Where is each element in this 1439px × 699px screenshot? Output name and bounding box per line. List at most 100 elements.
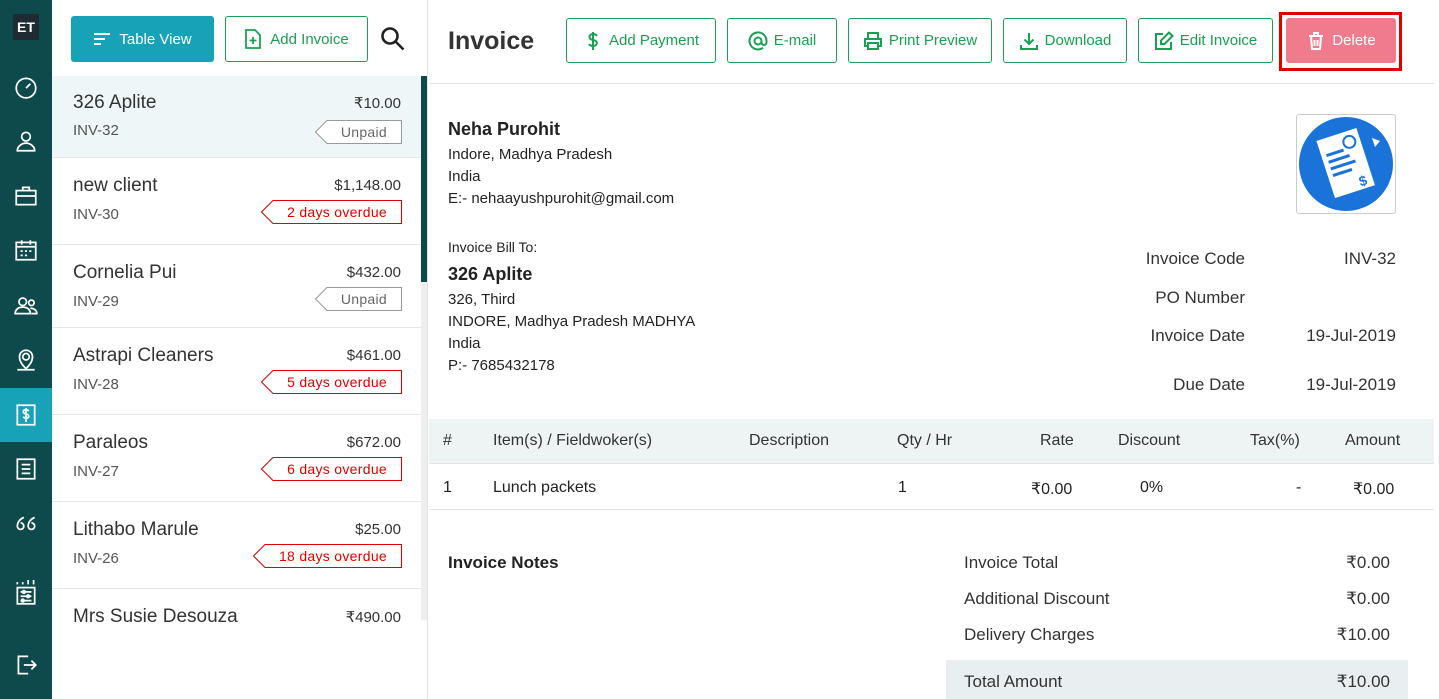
sender-address-line2: India: [448, 168, 481, 185]
add-invoice-button[interactable]: Add Invoice: [225, 16, 368, 62]
status-badge-text: 2 days overdue: [287, 204, 387, 220]
po-number-label: PO Number: [1155, 288, 1245, 307]
bill-to-phone: P:- 7685432178: [448, 357, 555, 374]
col-item: Item(s) / Fieldwoker(s): [493, 432, 653, 449]
status-badge: 2 days overdue: [261, 200, 403, 224]
invoice-code: INV-26: [73, 550, 119, 567]
dollar-icon[interactable]: [0, 388, 52, 442]
invoice-client-name: Astrapi Cleaners: [73, 345, 214, 366]
status-badge-text: Unpaid: [340, 124, 387, 140]
status-badge-text: Unpaid: [340, 291, 387, 307]
email-button[interactable]: E-mail: [727, 18, 837, 63]
row-discount: 0%: [1140, 479, 1164, 496]
due-date-value: 19-Jul-2019: [1306, 375, 1396, 394]
row-rate: ₹0.00: [1031, 481, 1073, 498]
download-button[interactable]: Download: [1003, 18, 1127, 63]
sliders-icon[interactable]: [0, 566, 52, 620]
status-badge-text: 6 days overdue: [287, 461, 387, 477]
status-badge: 6 days overdue: [261, 457, 403, 481]
status-badge: Unpaid: [314, 287, 402, 311]
delivery-charges-label: Delivery Charges: [964, 625, 1095, 644]
invoice-total-label: Invoice Total: [964, 553, 1059, 572]
list-item[interactable]: Lithabo Marule $25.00 INV-26 18 days overdu…: [52, 502, 421, 589]
scrollbar-thumb[interactable]: [421, 76, 427, 282]
list-item[interactable]: Cornelia Pui $432.00 INV-29 Unpaid: [52, 245, 421, 328]
app-logo[interactable]: ET: [13, 14, 39, 40]
list-item[interactable]: new client $1,148.00 INV-30 2 days overdue: [52, 158, 421, 245]
col-qty: Qty / Hr: [897, 432, 953, 449]
col-rate: Rate: [1040, 432, 1074, 449]
sender-email: E:- nehaayushpurohit@gmail.com: [448, 190, 675, 207]
invoice-total-value: ₹0.00: [1346, 553, 1390, 572]
col-num: #: [443, 432, 452, 449]
invoice-client-name: Lithabo Marule: [73, 519, 199, 540]
status-badge-text: 5 days overdue: [287, 374, 387, 390]
company-logo: $: [1296, 114, 1396, 214]
sender-address-line1: Indore, Madhya Pradesh: [448, 146, 613, 163]
due-date-label: Due Date: [1173, 375, 1245, 394]
add-payment-button[interactable]: Add Payment: [566, 18, 716, 63]
print-preview-button[interactable]: Print Preview: [848, 18, 992, 63]
page-title: Invoice: [448, 27, 535, 55]
col-tax: Tax(%): [1250, 432, 1300, 449]
dashboard-icon[interactable]: [0, 60, 52, 114]
invoice-list-panel: Table View Add Invoice 326 Aplite ₹10.00 I…: [52, 0, 428, 699]
divider: [429, 509, 1434, 510]
at-sign-icon: [748, 30, 768, 50]
printer-icon: [863, 31, 882, 50]
invoice-amount: $25.00: [355, 521, 401, 538]
invoice-document-icon: $: [1299, 117, 1393, 211]
add-invoice-label: Add Invoice: [270, 30, 349, 48]
status-badge: 5 days overdue: [261, 370, 403, 394]
delivery-charges-value: ₹10.00: [1336, 625, 1390, 644]
table-view-label: Table View: [119, 30, 192, 48]
invoice-code-value: INV-32: [1344, 249, 1396, 268]
total-amount-label: Total Amount: [964, 672, 1063, 691]
delete-highlight: [1279, 12, 1402, 71]
invoice-date-label: Invoice Date: [1150, 326, 1246, 345]
invoice-amount: ₹490.00: [345, 609, 401, 626]
calendar-icon[interactable]: [0, 223, 52, 277]
quote-icon[interactable]: [0, 497, 52, 551]
bill-to-label: Invoice Bill To:: [448, 239, 538, 255]
invoice-code: INV-28: [73, 376, 119, 393]
row-amount: ₹0.00: [1353, 481, 1395, 498]
edit-icon: [1154, 30, 1174, 50]
additional-discount-value: ₹0.00: [1346, 589, 1390, 608]
map-pin-icon[interactable]: [0, 333, 52, 387]
email-label: E-mail: [773, 32, 817, 49]
menu-icon: [94, 33, 111, 45]
users-icon[interactable]: [0, 278, 52, 332]
nav-rail: ET: [0, 0, 52, 699]
col-amount: Amount: [1345, 432, 1401, 449]
invoice-amount: ₹10.00: [353, 95, 401, 112]
invoice-client-name: Paraleos: [73, 432, 148, 453]
items-table-header: # Item(s) / Fieldwoker(s) Description Qt…: [429, 419, 1434, 464]
list-item[interactable]: 326 Aplite ₹10.00 INV-32 Unpaid: [52, 76, 421, 158]
briefcase-icon[interactable]: [0, 169, 52, 223]
list-item[interactable]: Paraleos $672.00 INV-27 6 days overdue: [52, 415, 421, 502]
row-item: Lunch packets: [493, 479, 597, 496]
file-plus-icon: [245, 29, 262, 49]
list-icon[interactable]: [0, 442, 52, 496]
col-discount: Discount: [1118, 432, 1181, 449]
download-icon: [1019, 32, 1038, 50]
print-preview-label: Print Preview: [888, 32, 978, 49]
invoice-client-name: Cornelia Pui: [73, 262, 177, 283]
download-label: Download: [1044, 32, 1112, 49]
sender-name: Neha Purohit: [448, 119, 561, 139]
status-badge-text: 18 days overdue: [278, 548, 387, 564]
user-icon[interactable]: [0, 114, 52, 168]
edit-invoice-button[interactable]: Edit Invoice: [1138, 18, 1273, 63]
list-item[interactable]: Mrs Susie Desouza ₹490.00: [52, 589, 421, 629]
table-view-button[interactable]: Table View: [71, 16, 214, 62]
row-tax: -: [1296, 479, 1302, 496]
row-num: 1: [443, 479, 452, 496]
bill-to-line2: INDORE, Madhya Pradesh MADHYA: [448, 313, 696, 330]
search-icon[interactable]: [380, 26, 406, 52]
status-badge: Unpaid: [314, 120, 402, 144]
list-item[interactable]: Astrapi Cleaners $461.00 INV-28 5 days over…: [52, 328, 421, 415]
logout-icon[interactable]: [0, 638, 52, 692]
invoice-amount: $461.00: [346, 347, 401, 364]
bill-to-line1: 326, Third: [448, 291, 516, 308]
